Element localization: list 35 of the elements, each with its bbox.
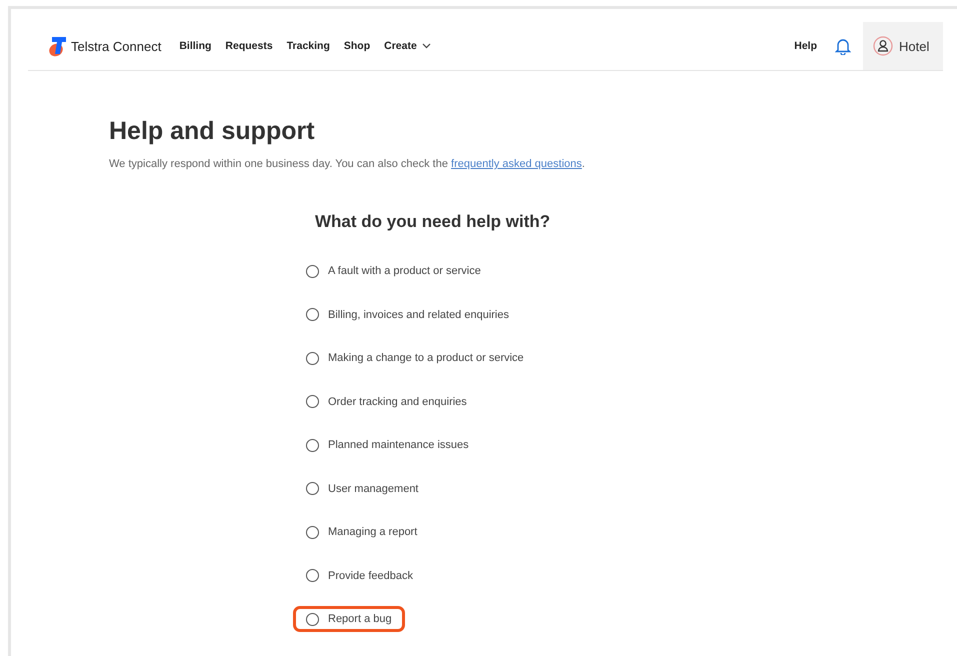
user-menu[interactable]: Hotel bbox=[863, 22, 943, 70]
logo-icon bbox=[48, 35, 68, 57]
brand-logo[interactable]: Telstra Connect bbox=[48, 35, 162, 57]
radio-option[interactable]: Provide feedback bbox=[293, 562, 426, 588]
radio-option[interactable]: A fault with a product or service bbox=[293, 258, 494, 284]
radio-option[interactable]: Managing a report bbox=[293, 519, 430, 545]
radio-option[interactable]: Order tracking and enquiries bbox=[293, 388, 480, 414]
radio-button[interactable] bbox=[306, 264, 319, 278]
radio-button[interactable] bbox=[306, 308, 319, 321]
radio-button[interactable] bbox=[306, 352, 319, 364]
radio-button[interactable] bbox=[306, 526, 319, 538]
question-heading: What do you need help with? bbox=[315, 212, 552, 232]
user-icon bbox=[873, 36, 893, 56]
nav-link[interactable]: Shop bbox=[344, 40, 370, 52]
page-title: Help and support bbox=[109, 117, 316, 146]
highlighted-radio-option[interactable]: Report a bug bbox=[293, 606, 405, 632]
nav-link[interactable]: Tracking bbox=[286, 40, 330, 52]
brand-name: Telstra Connect bbox=[71, 38, 162, 54]
nav-link[interactable]: Requests bbox=[225, 40, 273, 52]
radio-button[interactable] bbox=[306, 612, 319, 626]
radio-option[interactable]: Planned maintenance issues bbox=[293, 432, 482, 458]
radio-button[interactable] bbox=[306, 395, 319, 408]
radio-option[interactable]: Billing, invoices and related enquiries bbox=[293, 302, 522, 328]
chevron-icon bbox=[422, 43, 431, 49]
bell-icon[interactable] bbox=[835, 38, 851, 54]
radio-option[interactable]: User management bbox=[293, 476, 432, 502]
intro-text: We typically respond within one business day. You can also check the frequently asked questions. bbox=[109, 158, 586, 170]
nav-link[interactable]: Billing bbox=[179, 40, 212, 52]
radio-button[interactable] bbox=[306, 569, 319, 582]
radio-button[interactable] bbox=[306, 438, 319, 452]
faq-link[interactable]: frequently asked questions bbox=[451, 158, 582, 170]
help-link[interactable]: Help bbox=[794, 40, 817, 52]
radio-option[interactable]: Making a change to a product or service bbox=[293, 345, 537, 371]
create-menu[interactable]: Create bbox=[384, 40, 431, 52]
radio-button[interactable] bbox=[306, 482, 319, 495]
